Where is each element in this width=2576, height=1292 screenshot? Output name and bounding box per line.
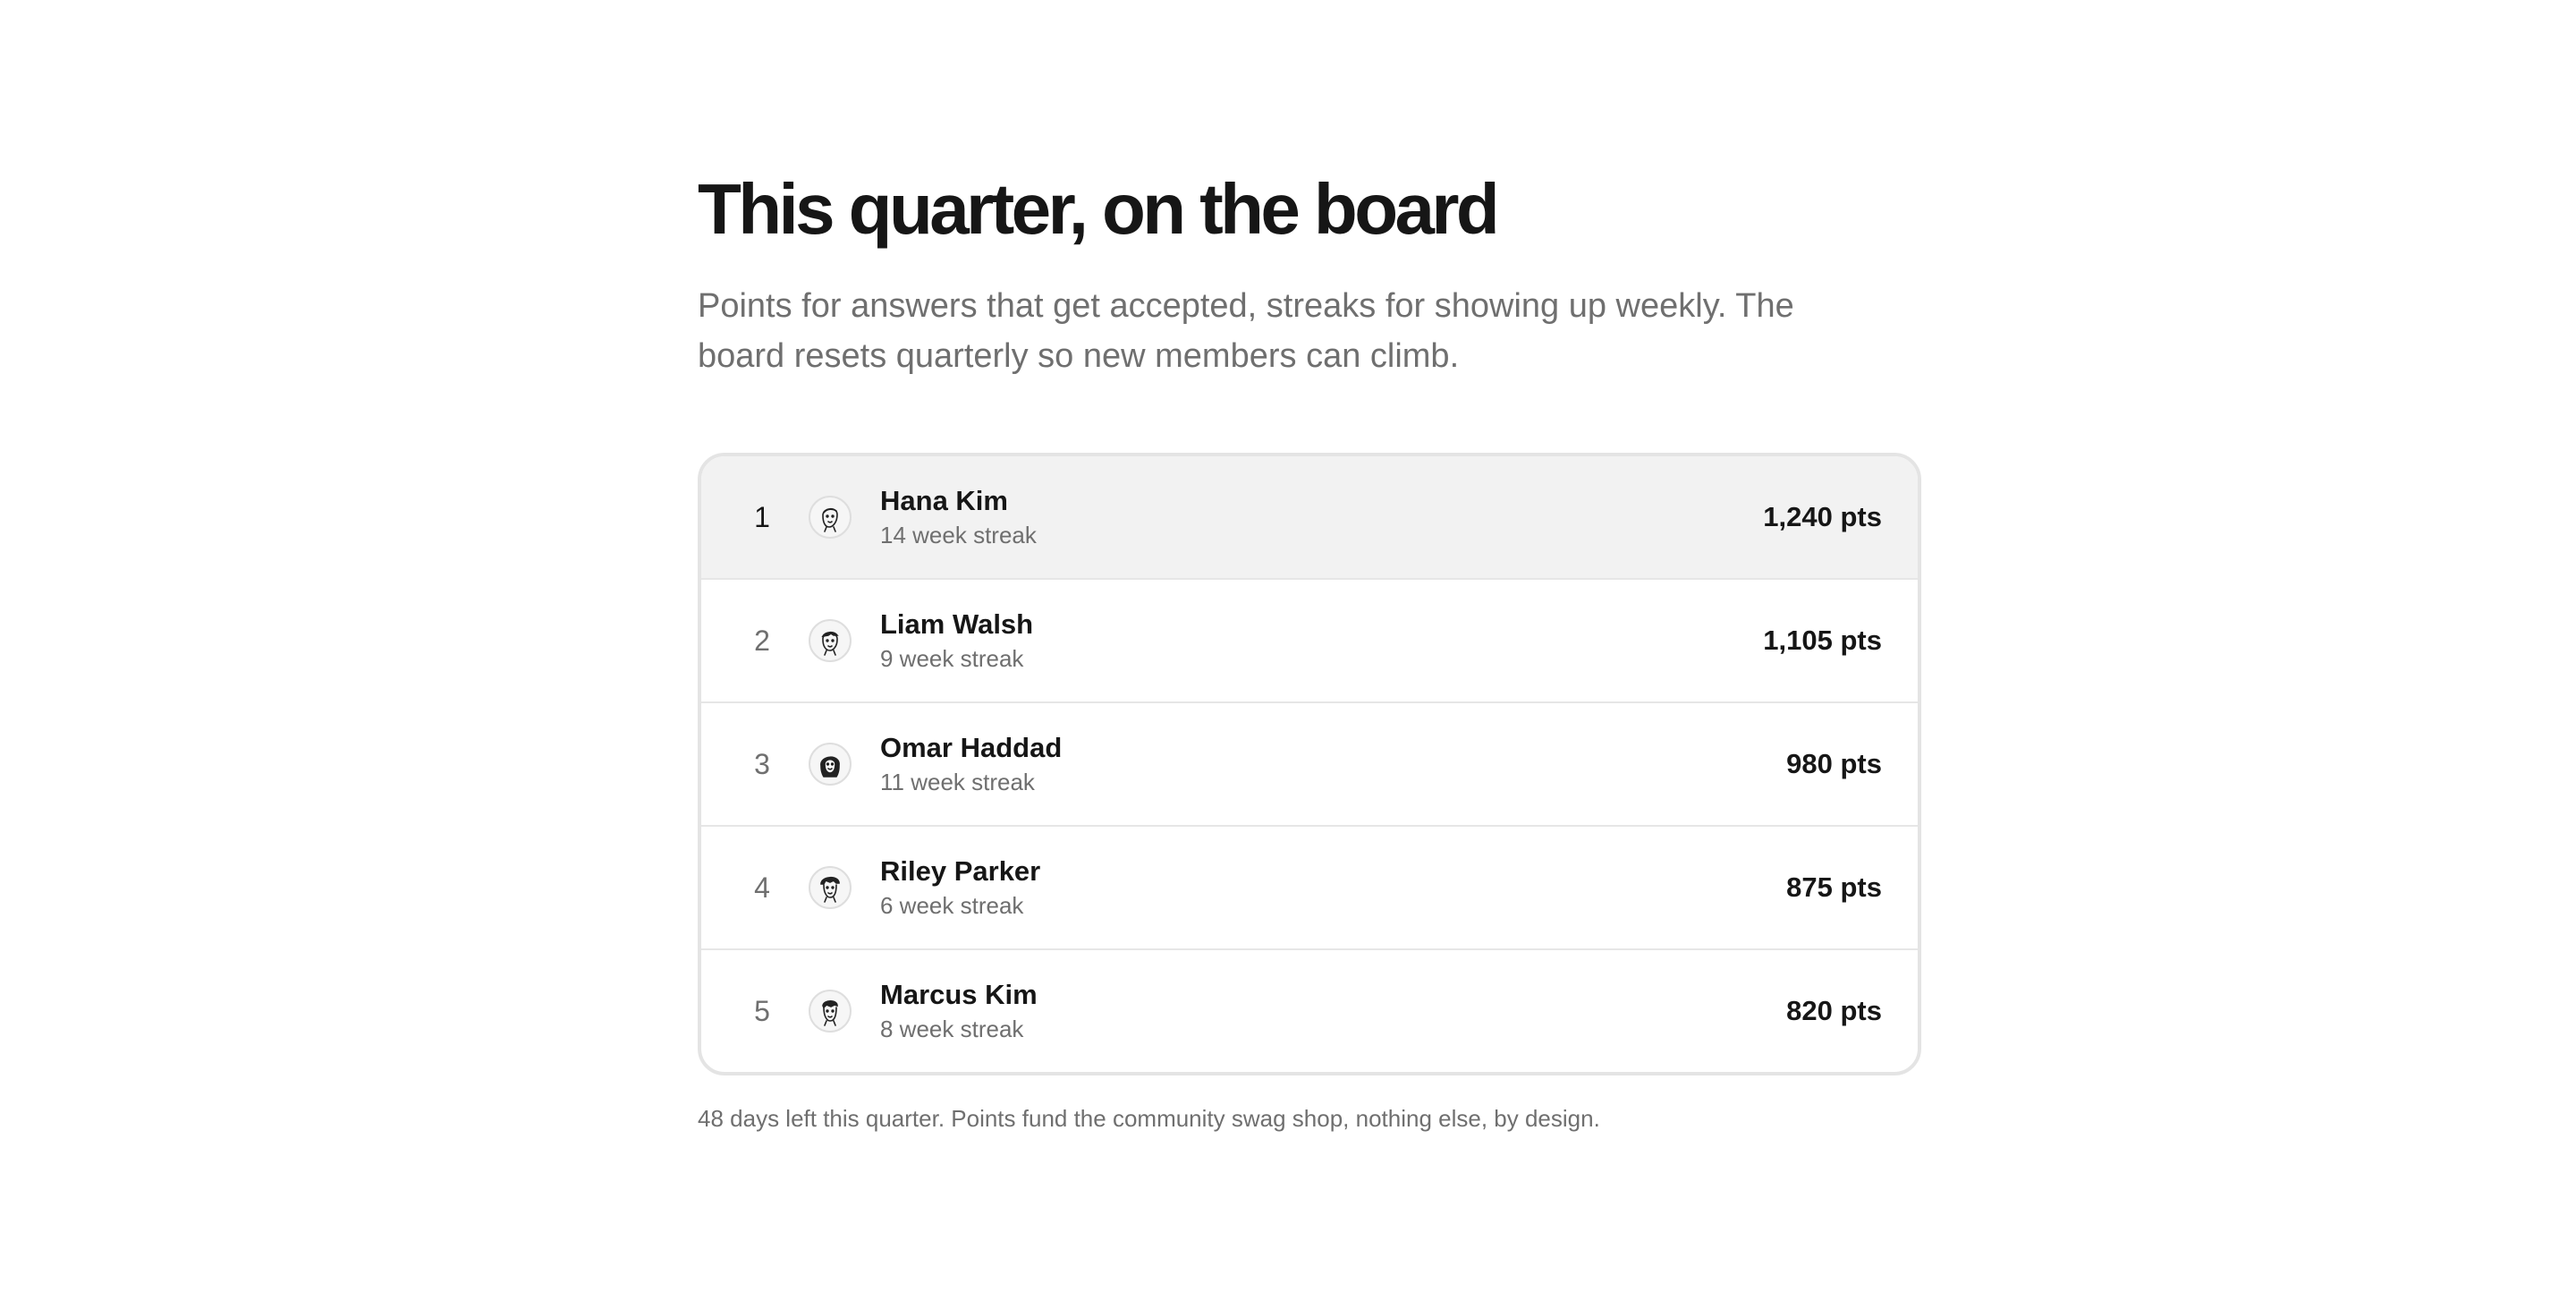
leaderboard-row: 4 Riley Parker 6 week streak 875 pts — [701, 825, 1918, 948]
member-info: Riley Parker 6 week streak — [880, 854, 1040, 921]
member-streak: 8 week streak — [880, 1016, 1024, 1042]
member-streak: 6 week streak — [880, 892, 1024, 919]
rank-number: 4 — [754, 871, 770, 904]
member-streak: 11 week streak — [880, 769, 1035, 795]
member-points: 1,240 pts — [1763, 501, 1882, 532]
page-subtitle: Points for answers that get accepted, st… — [698, 287, 1794, 375]
page-title: This quarter, on the board — [698, 169, 1500, 249]
member-points: 980 pts — [1786, 748, 1882, 779]
leaderboard-row: 3 Omar Haddad 11 week streak 980 pts — [701, 701, 1918, 825]
leaderboard-row: 1 Hana Kim 14 week streak 1,240 pts — [701, 456, 1918, 578]
member-name: Liam Walsh — [880, 608, 1034, 640]
rank-number: 1 — [754, 500, 770, 533]
leaderboard-row: 5 Marcus Kim 8 week streak 820 pts — [701, 948, 1918, 1072]
avatar-illustration-icon — [809, 866, 852, 909]
rank-number: 3 — [754, 747, 770, 780]
member-info: Hana Kim 14 week streak — [880, 484, 1037, 550]
member-info: Marcus Kim 8 week streak — [880, 978, 1038, 1044]
page: This quarter, on the board Points for an… — [0, 0, 2576, 1292]
member-name: Riley Parker — [880, 855, 1041, 887]
member-name: Hana Kim — [880, 485, 1008, 516]
member-name: Omar Haddad — [880, 732, 1063, 763]
member-info: Liam Walsh 9 week streak — [880, 608, 1033, 674]
rank-number: 2 — [754, 624, 770, 657]
footnote: 48 days left this quarter. Points fund t… — [698, 1105, 1600, 1132]
member-streak: 9 week streak — [880, 645, 1024, 672]
member-points: 875 pts — [1786, 871, 1882, 903]
avatar-illustration-icon — [809, 619, 852, 662]
member-streak: 14 week streak — [880, 522, 1037, 548]
member-info: Omar Haddad 11 week streak — [880, 731, 1062, 797]
leaderboard-row: 2 Liam Walsh 9 week streak 1,105 pts — [701, 578, 1918, 701]
avatar-illustration-icon — [809, 496, 852, 539]
leaderboard-section: This quarter, on the board Points for an… — [698, 159, 1921, 1135]
member-name: Marcus Kim — [880, 979, 1038, 1010]
avatar-illustration-icon — [809, 990, 852, 1033]
rank-number: 5 — [754, 994, 770, 1027]
member-points: 820 pts — [1786, 995, 1882, 1026]
avatar-illustration-icon — [809, 743, 852, 786]
member-points: 1,105 pts — [1763, 625, 1882, 656]
leaderboard-card: 1 Hana Kim 14 week streak 1,240 pts 2 Li… — [698, 453, 1921, 1075]
